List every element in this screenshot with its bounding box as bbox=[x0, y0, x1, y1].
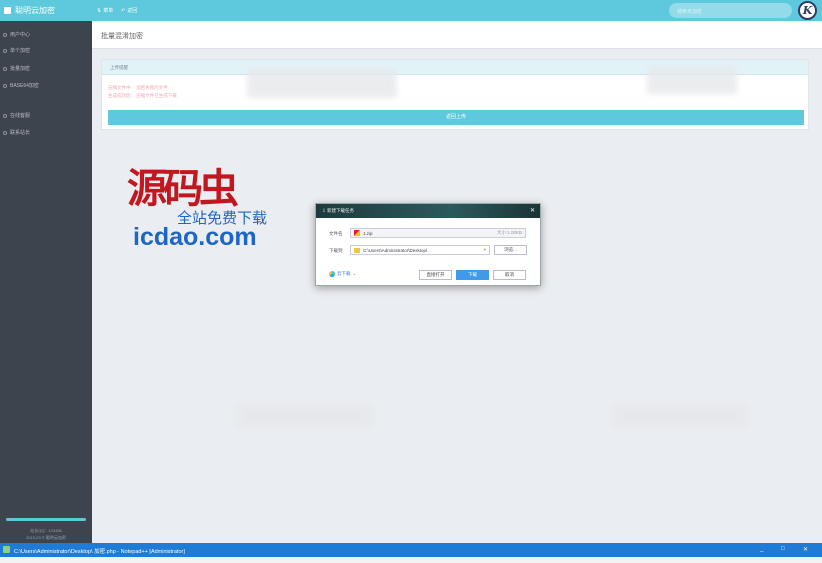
app-title: 聪明云加密 bbox=[15, 6, 55, 15]
sidebar-item-base64[interactable]: BASE64加密 bbox=[3, 82, 39, 89]
error-line: 压缩文件中： 加密失败的文件 bbox=[108, 85, 168, 90]
code-icon bbox=[3, 83, 7, 88]
files-icon bbox=[3, 66, 7, 71]
contact-icon bbox=[3, 130, 7, 135]
watermark-brand: 源码虫 bbox=[127, 165, 239, 212]
back-to-upload-button[interactable]: 返回上传 bbox=[108, 110, 804, 125]
page-header: 批量混淆加密 bbox=[92, 21, 822, 49]
back-arrow-icon: ↶ bbox=[121, 7, 126, 14]
browse-button[interactable]: 浏览... bbox=[494, 245, 527, 255]
watermark-url: icdao.com bbox=[133, 223, 257, 251]
dialog-title: 新建下载任务 bbox=[327, 208, 355, 213]
site-logo[interactable]: K bbox=[798, 1, 817, 20]
cloud-icon bbox=[329, 271, 335, 277]
sidebar-item-single-encrypt[interactable]: 单个加密 bbox=[3, 47, 30, 54]
page-title: 批量混淆加密 bbox=[101, 33, 143, 40]
result-card: 上传提醒 压缩文件中： 加密失败的文件 生成成功后： 压缩文件已生成下载 返回上… bbox=[101, 59, 809, 130]
maximize-button[interactable]: □ bbox=[781, 546, 785, 552]
sidebar-item-contact[interactable]: 联系站长 bbox=[3, 129, 30, 136]
blurred-region bbox=[247, 68, 397, 98]
back-link[interactable]: ↶ 返回 bbox=[121, 7, 137, 15]
minimize-button[interactable]: _ bbox=[760, 546, 763, 552]
chevron-down-icon: ⌄ bbox=[352, 271, 357, 276]
thumbs-up-icon bbox=[4, 7, 11, 14]
search-input[interactable]: 搜索未加密 bbox=[669, 3, 792, 18]
blurred-region bbox=[238, 405, 373, 427]
app-brand[interactable]: 聪明云加密 bbox=[4, 5, 55, 16]
cloud-download-link[interactable]: 云下载 ⌄ bbox=[329, 271, 356, 277]
card-header-text: 上传提醒 bbox=[110, 65, 128, 70]
sidebar-footer-qq: 站长QQ：123456 bbox=[30, 528, 62, 533]
sidebar-item-support[interactable]: 在线客服 bbox=[3, 112, 30, 119]
sidebar-footer-copyright: 2019-23 © 聪明云加密 bbox=[26, 535, 66, 540]
folder-icon bbox=[354, 247, 360, 253]
top-bar: 聪明云加密 ⇅ 菜单 ↶ 返回 搜索未加密 K bbox=[0, 0, 822, 21]
chevron-down-icon: ▾ bbox=[483, 247, 486, 252]
blurred-region bbox=[647, 66, 737, 94]
blurred-region bbox=[612, 405, 747, 427]
sidebar-item-batch-encrypt[interactable]: 批量加密 bbox=[3, 65, 30, 72]
window-titlebar: C:\Users\Administrator\Desktop\ 加密.php -… bbox=[0, 543, 822, 557]
open-button[interactable]: 直接打开 bbox=[419, 270, 452, 280]
window-title: C:\Users\Administrator\Desktop\ 加密.php -… bbox=[14, 549, 185, 555]
close-window-button[interactable]: ✕ bbox=[803, 546, 808, 553]
sidebar-progress-bar bbox=[6, 518, 86, 521]
menu-icon: ⇅ bbox=[97, 7, 102, 14]
cancel-button[interactable]: 取消 bbox=[493, 270, 526, 280]
archive-icon bbox=[354, 230, 360, 236]
file-size: 大小:1.00KB bbox=[496, 230, 522, 235]
download-dialog: ⇩ 新建下载任务 ✕ 文件名 1.zip 大小:1.00KB 下载到 C:\Us… bbox=[315, 203, 541, 286]
user-icon bbox=[3, 32, 7, 37]
path-select[interactable]: C:\Users\Administrator\Desktop\ ▾ bbox=[350, 245, 490, 255]
notepad-icon bbox=[3, 546, 10, 553]
path-label: 下载到 bbox=[329, 248, 343, 253]
sidebar-item-user-center[interactable]: 用户中心 bbox=[3, 31, 30, 38]
chat-icon bbox=[3, 113, 7, 118]
menu-link[interactable]: ⇅ 菜单 bbox=[97, 7, 113, 15]
filename-label: 文件名 bbox=[329, 231, 343, 236]
dialog-title-bar[interactable]: ⇩ 新建下载任务 ✕ bbox=[316, 204, 540, 218]
filename-field[interactable]: 1.zip 大小:1.00KB bbox=[350, 228, 526, 238]
menu-strip bbox=[0, 557, 822, 563]
file-icon bbox=[3, 48, 7, 53]
error-line: 生成成功后： 压缩文件已生成下载 bbox=[108, 93, 177, 98]
close-icon[interactable]: ✕ bbox=[530, 207, 535, 214]
sidebar: 用户中心 单个加密 批量加密 BASE64加密 在线客服 联系站长 站长QQ：1… bbox=[0, 21, 92, 543]
download-button[interactable]: 下载 bbox=[456, 270, 489, 280]
